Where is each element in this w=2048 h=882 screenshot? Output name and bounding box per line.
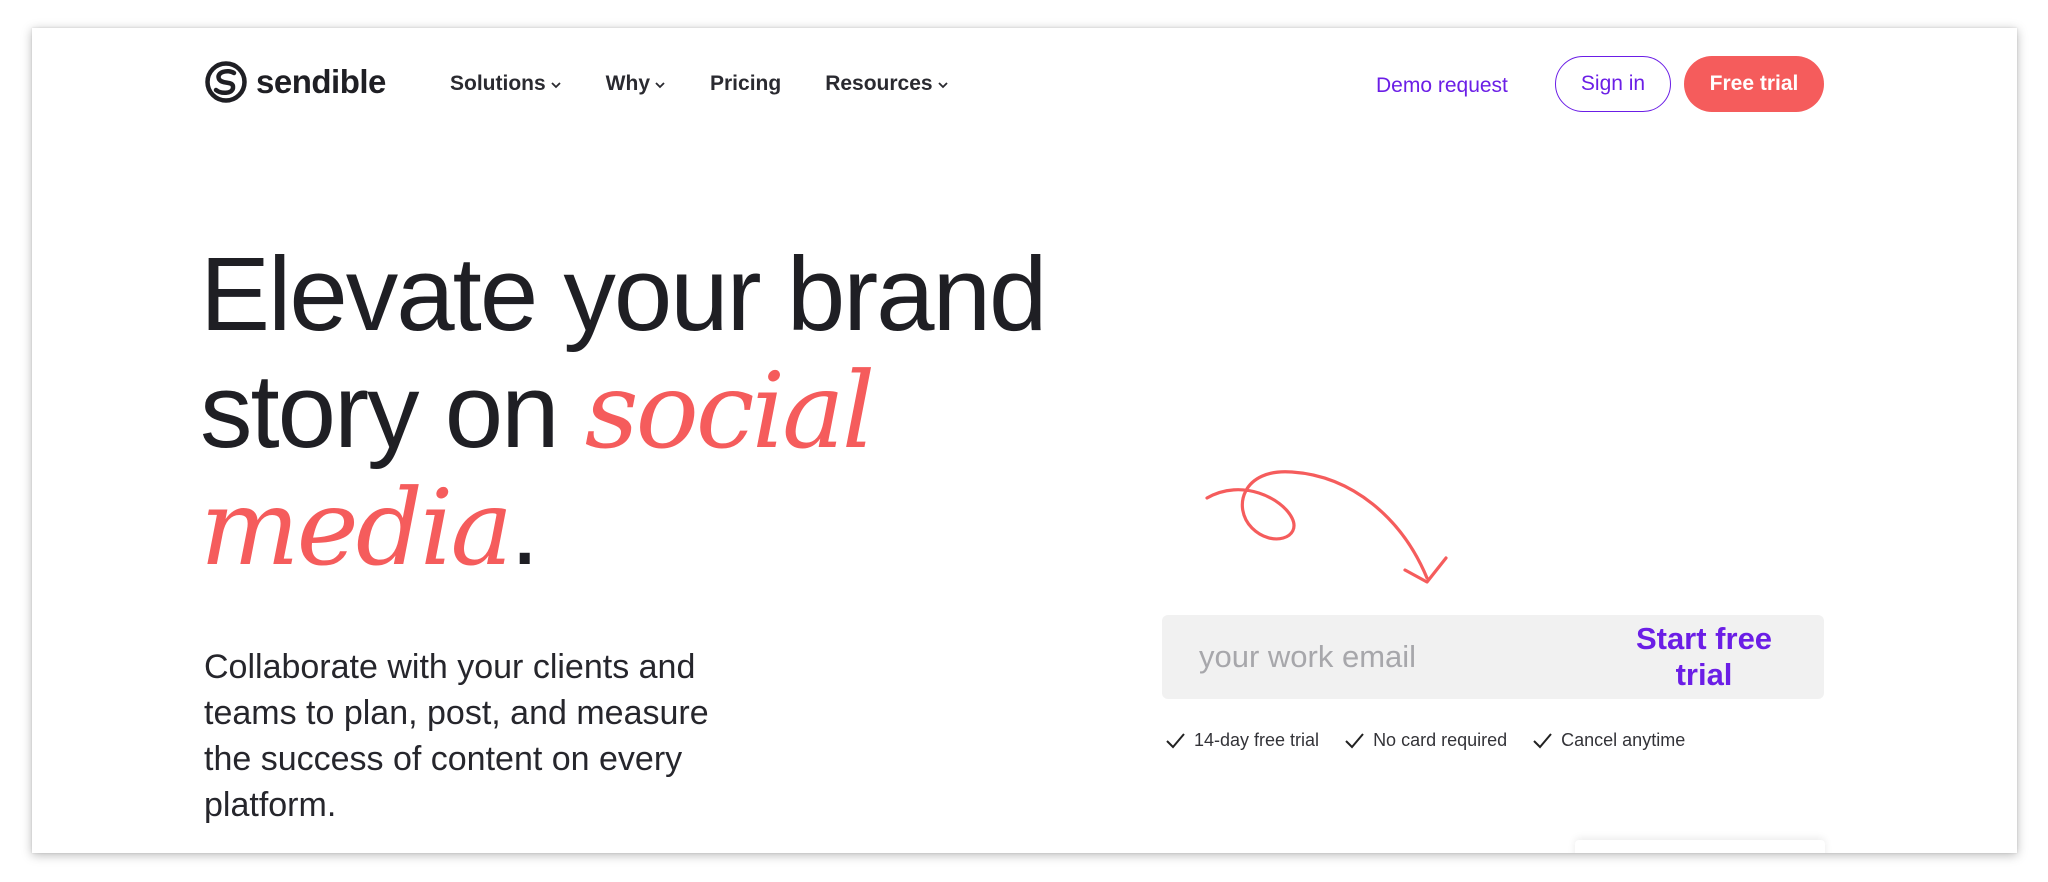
sendible-logo-icon: [205, 61, 247, 103]
chevron-down-icon: [551, 82, 561, 89]
perk-label: No card required: [1373, 730, 1508, 750]
perk-label: 14-day free trial: [1194, 730, 1320, 750]
perk-item: No card required: [1343, 730, 1507, 751]
card-preview: [1575, 840, 1825, 853]
chevron-down-icon: [655, 82, 665, 89]
nav-pricing-label: Pricing: [710, 72, 782, 95]
headline-accent-social: social: [584, 350, 876, 472]
perk-label: Cancel anytime: [1561, 730, 1686, 750]
headline-period: .: [510, 470, 539, 587]
email-field[interactable]: [1162, 615, 1598, 699]
nav-why-label: Why: [605, 72, 650, 95]
headline-accent-media: media: [200, 467, 513, 589]
browser-viewport: sendible Solutions Why Pricing Resources…: [32, 28, 2017, 853]
nav-solutions-label: Solutions: [450, 72, 546, 95]
sendible-logo[interactable]: sendible: [204, 60, 386, 104]
signup-form: Start free trial: [1162, 615, 1824, 699]
check-icon: [1166, 732, 1185, 748]
nav-resources[interactable]: Resources: [825, 72, 948, 96]
nav-pricing[interactable]: Pricing: [710, 72, 781, 96]
top-navigation: sendible Solutions Why Pricing Resources…: [32, 28, 2017, 140]
perk-item: 14-day free trial: [1164, 730, 1319, 751]
check-icon: [1345, 732, 1364, 748]
chevron-down-icon: [937, 82, 948, 89]
trial-perks: 14-day free trial No card required Cance…: [1164, 730, 1685, 751]
check-icon: [1533, 732, 1552, 748]
demo-request-link[interactable]: Demo request: [1376, 68, 1508, 104]
main-menu: Solutions Why Pricing Resources: [450, 28, 993, 140]
free-trial-button[interactable]: Free trial: [1684, 56, 1824, 112]
curly-arrow-icon: [1205, 470, 1448, 584]
sign-in-button[interactable]: Sign in: [1555, 56, 1671, 112]
hero-headline: Elevate your brand story on social media.: [200, 236, 1200, 587]
nav-resources-label: Resources: [825, 72, 933, 95]
nav-why[interactable]: Why: [606, 72, 666, 96]
perk-item: Cancel anytime: [1531, 730, 1685, 751]
nav-solutions[interactable]: Solutions: [450, 72, 562, 96]
logo-wordmark: sendible: [256, 63, 386, 100]
start-free-trial-button[interactable]: Start free trial: [1598, 615, 1824, 699]
hero-subcopy: Collaborate with your clients and teams …: [204, 648, 709, 824]
